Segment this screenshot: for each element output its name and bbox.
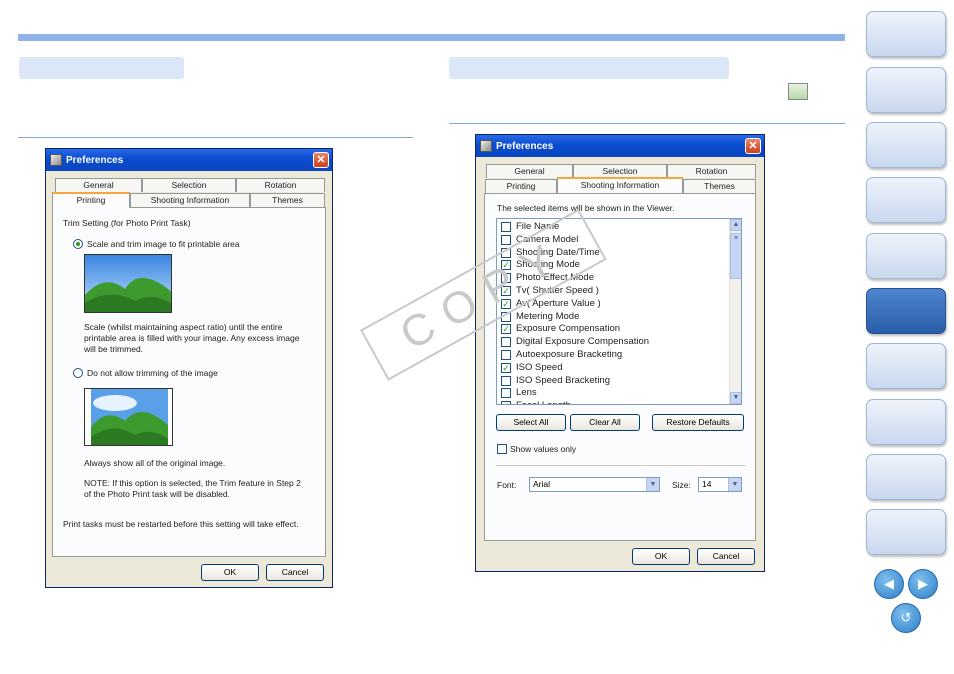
note-line1: NOTE: If this option is selected, the Tr…: [84, 478, 301, 488]
ok-button[interactable]: OK: [632, 548, 690, 565]
title-bar: Preferences: [46, 149, 332, 171]
tab-themes[interactable]: Themes: [250, 193, 325, 207]
tab-shooting-information[interactable]: Shooting Information: [130, 193, 250, 207]
nav-tab-9[interactable]: [866, 454, 946, 500]
option1-desc-line2: printable area is filled with your image…: [84, 333, 300, 343]
list-item-checkbox[interactable]: [501, 222, 511, 232]
font-label: Font:: [497, 480, 517, 490]
scroll-up-icon[interactable]: ▲: [730, 219, 741, 231]
tab-general[interactable]: General: [486, 164, 573, 178]
size-select-value: 14: [702, 479, 712, 489]
mountain-image: [91, 389, 168, 445]
font-select[interactable]: Arial ▼: [529, 477, 660, 492]
size-select[interactable]: 14 ▼: [698, 477, 742, 492]
nav-tab-8[interactable]: [866, 399, 946, 445]
list-item-label: Lens: [516, 387, 537, 399]
list-item-label: Focal Length: [516, 400, 571, 404]
ok-button[interactable]: OK: [201, 564, 259, 581]
note-line2: of the Photo Print task will be disabled…: [84, 489, 230, 499]
nav-tab-10[interactable]: [866, 509, 946, 555]
tab-printing[interactable]: Printing: [485, 179, 557, 193]
tab-selection[interactable]: Selection: [573, 164, 667, 178]
tab-rotation[interactable]: Rotation: [236, 178, 325, 192]
list-item-checkbox[interactable]: ✓: [501, 401, 511, 404]
separator: [496, 465, 746, 466]
radio-no-trim[interactable]: [73, 368, 83, 378]
nav-tab-2[interactable]: [866, 67, 946, 113]
tab-themes[interactable]: Themes: [683, 179, 756, 193]
list-item-checkbox[interactable]: ✓: [501, 362, 511, 373]
select-all-button[interactable]: Select All: [496, 414, 566, 431]
option1-desc-line1: Scale (whilst maintaining aspect ratio) …: [84, 322, 283, 332]
clear-all-button[interactable]: Clear All: [570, 414, 640, 431]
show-values-only-checkbox[interactable]: [497, 444, 507, 454]
title-bar: Preferences: [476, 135, 764, 157]
viewer-info-icon: [788, 83, 808, 100]
list-item-checkbox[interactable]: [501, 375, 511, 386]
preview-trimmed: [84, 254, 172, 313]
close-icon[interactable]: ✕: [745, 138, 761, 154]
list-scrollbar[interactable]: ▲ ≡ ▼: [729, 219, 741, 404]
dialog-title: Preferences: [496, 140, 554, 152]
list-item-checkbox[interactable]: [501, 388, 511, 399]
list-item-label: Metering Mode: [516, 310, 580, 322]
chevron-down-icon[interactable]: ▼: [728, 478, 741, 491]
divider-left: [18, 137, 413, 138]
restore-defaults-button[interactable]: Restore Defaults: [652, 414, 744, 431]
divider-right: [449, 123, 845, 124]
scroll-thumb[interactable]: ≡: [730, 233, 741, 279]
chevron-down-icon[interactable]: ▼: [646, 478, 659, 491]
arrow-right-icon[interactable]: ▶: [908, 569, 938, 599]
list-item-checkbox[interactable]: ✓: [501, 324, 511, 335]
list-item-label: Exposure Compensation: [516, 323, 621, 335]
nav-tab-6-active[interactable]: [866, 288, 946, 334]
preferences-dialog-printing: Preferences ✕ General Selection Rotation…: [45, 148, 333, 588]
nav-tab-5[interactable]: [866, 233, 946, 279]
list-item-checkbox[interactable]: [501, 234, 511, 245]
nav-tab-7[interactable]: [866, 343, 946, 389]
nav-tab-4[interactable]: [866, 177, 946, 223]
option1-desc-line3: will be trimmed.: [84, 344, 144, 354]
mountain-image: [85, 278, 171, 312]
tab-printing[interactable]: Printing: [52, 192, 130, 208]
close-icon[interactable]: ✕: [313, 152, 329, 168]
radio-scale-trim[interactable]: [73, 239, 83, 249]
preferences-dialog-shooting-info: Preferences ✕ General Selection Rotation…: [475, 134, 765, 572]
preview-untrimmed: [84, 388, 173, 446]
list-item-checkbox[interactable]: [501, 350, 511, 360]
nav-tab-3[interactable]: [866, 122, 946, 168]
arrow-left-icon[interactable]: ◀: [874, 569, 904, 599]
dialog-title: Preferences: [66, 154, 124, 166]
restart-note: Print tasks must be restarted before thi…: [63, 519, 299, 529]
section-heading-left: [19, 57, 184, 79]
list-item-label: ISO Speed: [516, 361, 563, 373]
return-icon[interactable]: ↺: [891, 603, 921, 633]
intro-text: The selected items will be shown in the …: [497, 203, 675, 213]
section-heading-right: [449, 57, 729, 79]
nav-tab-1[interactable]: [866, 11, 946, 57]
app-icon: [480, 140, 492, 152]
app-icon: [50, 154, 62, 166]
tab-selection[interactable]: Selection: [142, 178, 236, 192]
show-values-only-label: Show values only: [510, 444, 577, 454]
list-item-label: ISO Speed Bracketing: [516, 374, 610, 386]
cancel-button[interactable]: Cancel: [266, 564, 324, 581]
tab-general[interactable]: General: [55, 178, 142, 192]
radio-no-trim-label: Do not allow trimming of the image: [87, 368, 218, 378]
tab-panel: Trim Setting (for Photo Print Task) Scal…: [52, 207, 326, 557]
list-item-label: Autoexposure Bracketing: [516, 349, 623, 360]
option2-desc: Always show all of the original image.: [84, 458, 226, 468]
list-item-label: Digital Exposure Compensation: [516, 336, 650, 348]
tab-rotation[interactable]: Rotation: [667, 164, 756, 178]
list-item-checkbox[interactable]: [501, 337, 511, 348]
tab-shooting-information[interactable]: Shooting Information: [557, 177, 683, 193]
size-label: Size:: [672, 480, 691, 490]
scroll-down-icon[interactable]: ▼: [730, 392, 741, 404]
cancel-button[interactable]: Cancel: [697, 548, 755, 565]
trim-setting-label: Trim Setting (for Photo Print Task): [63, 218, 191, 228]
header-bar: [18, 34, 845, 41]
font-select-value: Arial: [533, 479, 551, 489]
radio-scale-trim-label: Scale and trim image to fit printable ar…: [87, 239, 240, 249]
